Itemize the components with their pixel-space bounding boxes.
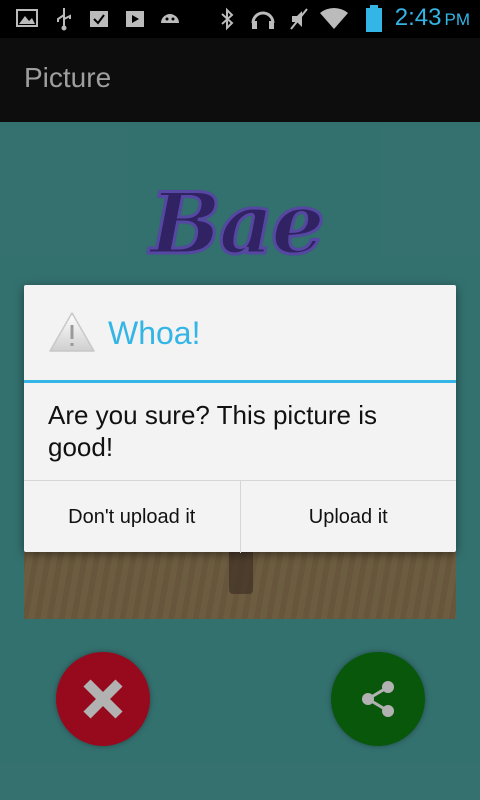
mute-icon xyxy=(290,8,308,30)
dialog-header: Whoa! xyxy=(24,285,456,381)
upload-button[interactable]: Upload it xyxy=(239,481,457,553)
android-icon xyxy=(161,14,179,23)
clock: 2:43 PM xyxy=(395,4,470,32)
action-bar-title: Picture xyxy=(24,62,112,93)
status-bar: 2:43 PM xyxy=(0,0,480,38)
dialog-button-bar: Don't upload it Upload it xyxy=(24,480,456,553)
image-icon xyxy=(16,9,38,27)
clock-ampm: PM xyxy=(444,10,471,29)
clipboard-check-icon xyxy=(90,11,108,27)
confirm-dialog: Whoa! Are you sure? This picture is good… xyxy=(24,285,456,553)
battery-icon xyxy=(366,5,382,32)
dialog-divider xyxy=(24,380,456,383)
dialog-title: Whoa! xyxy=(108,315,201,351)
dialog-message: Are you sure? This picture is good! xyxy=(48,400,377,462)
bluetooth-icon xyxy=(221,7,234,31)
usb-icon xyxy=(57,8,71,31)
clock-time: 2:43 xyxy=(394,4,442,31)
media-icon xyxy=(126,11,144,27)
dont-upload-button[interactable]: Don't upload it xyxy=(24,481,240,553)
warning-icon xyxy=(49,312,95,352)
action-bar: Picture xyxy=(0,38,480,122)
wifi-icon xyxy=(320,7,348,30)
headset-icon xyxy=(251,11,275,29)
